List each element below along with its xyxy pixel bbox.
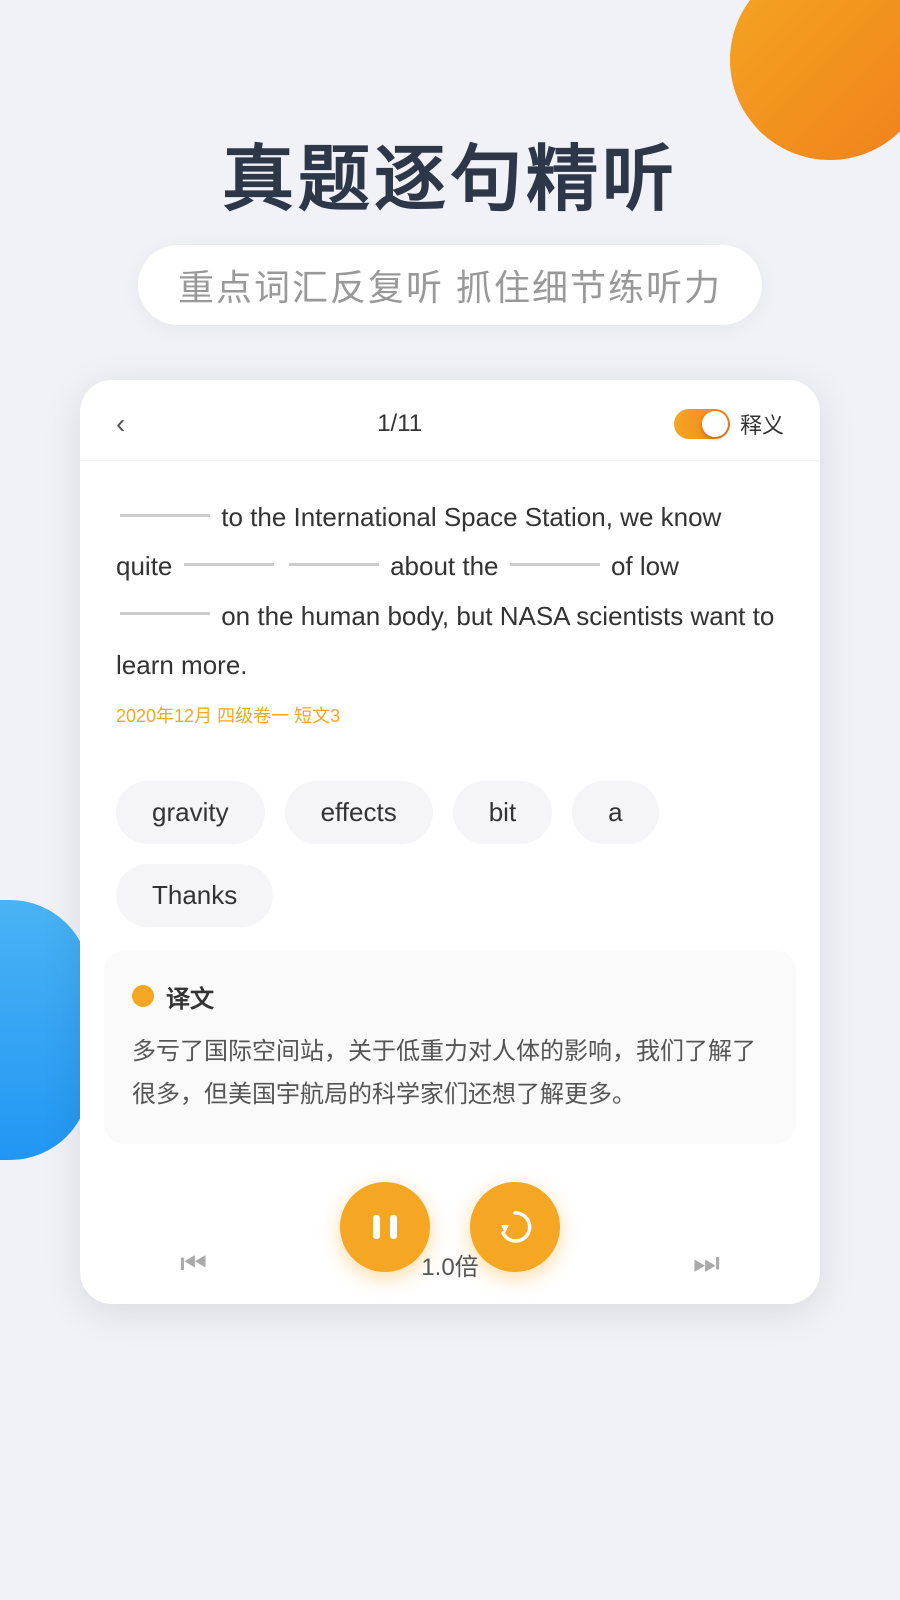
translation-box: 译文 多亏了国际空间站，关于低重力对人体的影响，我们了解了很多，但美国宇航局的科… — [104, 951, 796, 1144]
translation-title: 译文 — [166, 979, 214, 1014]
orange-dot-icon — [132, 985, 154, 1007]
main-title: 真题逐句精听 — [0, 120, 900, 225]
chip-effects[interactable]: effects — [285, 781, 433, 844]
source-label: 2020年12月 四级卷一 短文3 — [116, 699, 784, 741]
blank-3 — [289, 563, 379, 566]
chip-a[interactable]: a — [572, 781, 658, 844]
chip-thanks[interactable]: Thanks — [116, 864, 273, 927]
header-section: 真题逐句精听 重点词汇反复听 抓住细节练听力 — [0, 0, 900, 325]
bg-blue-decoration — [0, 900, 90, 1160]
blank-5 — [120, 612, 210, 615]
speed-label: 1.0倍 — [421, 1247, 478, 1282]
translation-header: 译文 — [132, 979, 768, 1014]
chip-bit[interactable]: bit — [453, 781, 552, 844]
sentence-text: to the International Space Station, we k… — [116, 502, 774, 680]
footer-bar: ⏮ 1.0倍 ⏭ — [160, 1224, 740, 1304]
toggle-label: 释义 — [740, 408, 784, 440]
main-card: ‹ 1/11 释义 to the International Space Sta… — [80, 380, 820, 1304]
chip-gravity[interactable]: gravity — [116, 781, 265, 844]
toggle-area: 释义 — [674, 408, 784, 440]
blank-1 — [120, 514, 210, 517]
sentence-area: to the International Space Station, we k… — [80, 461, 820, 761]
blank-2 — [184, 563, 274, 566]
subtitle: 重点词汇反复听 抓住细节练听力 — [138, 245, 762, 325]
card-header: ‹ 1/11 释义 — [80, 380, 820, 461]
translation-text: 多亏了国际空间站，关于低重力对人体的影响，我们了解了很多，但美国宇航局的科学家们… — [132, 1030, 768, 1116]
definition-toggle[interactable] — [674, 409, 730, 439]
page-indicator: 1/11 — [377, 410, 422, 438]
next-button[interactable]: ⏭ — [693, 1247, 720, 1281]
blank-4 — [510, 563, 600, 566]
back-button[interactable]: ‹ — [116, 408, 125, 440]
chips-area: gravity effects bit a Thanks — [80, 761, 820, 951]
prev-button[interactable]: ⏮ — [180, 1247, 207, 1281]
